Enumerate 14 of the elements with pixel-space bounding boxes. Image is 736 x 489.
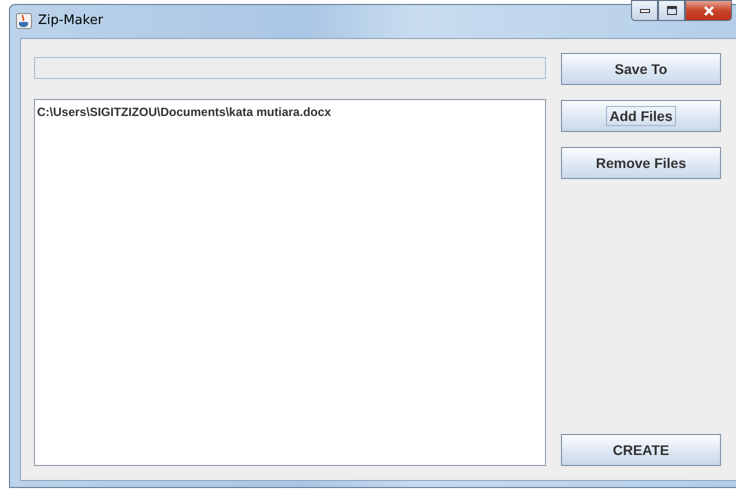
- coffee-cup-icon: [16, 12, 32, 28]
- file-list-item[interactable]: C:\Users\SIGITZIZOU\Documents\kata mutiara.docx: [35, 100, 545, 124]
- maximize-icon: [666, 6, 676, 15]
- action-button[interactable]: Remove Files: [561, 147, 721, 179]
- path-field[interactable]: [34, 57, 546, 79]
- minimize-button[interactable]: [631, 0, 658, 21]
- action-button[interactable]: Save To: [561, 53, 721, 85]
- create-button[interactable]: CREATE: [561, 434, 721, 466]
- action-button[interactable]: Add Files: [561, 100, 721, 132]
- close-button[interactable]: [685, 0, 732, 21]
- maximize-button[interactable]: [658, 0, 685, 21]
- minimize-icon: [640, 8, 650, 12]
- close-icon: [702, 6, 714, 16]
- window-title: Zip-Maker: [38, 13, 104, 28]
